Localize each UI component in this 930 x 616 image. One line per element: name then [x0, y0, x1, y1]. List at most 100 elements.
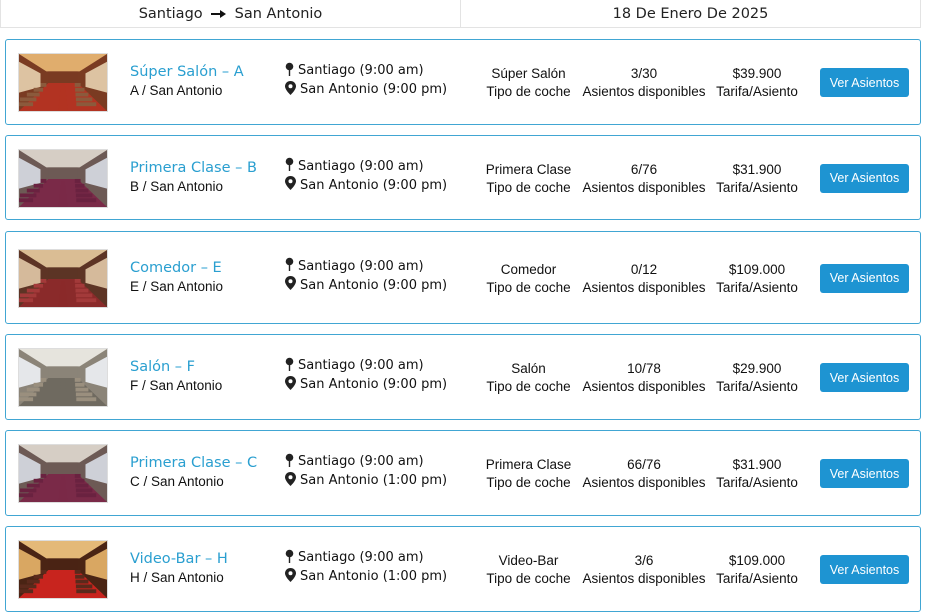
fare-value: $31.900	[732, 457, 782, 472]
arrival-text: San Antonio (1:00 pm)	[300, 473, 448, 488]
car-type-value: Video-Bar	[498, 553, 559, 568]
seats-block: 6/76 Asientos disponibles	[580, 161, 708, 197]
view-seats-button[interactable]: Ver Asientos	[820, 263, 909, 293]
seats-value: 3/30	[630, 66, 658, 81]
fare-block: $31.900 Tarifa/Asiento	[711, 161, 803, 197]
car-card-5: Primera Clase – C C / San Antonio Santia…	[5, 430, 921, 516]
arrival-text: San Antonio (1:00 pm)	[300, 569, 448, 584]
seats-label: Asientos disponibles	[582, 279, 706, 295]
view-seats-button[interactable]: Ver Asientos	[820, 555, 909, 584]
arrival-text: San Antonio (9:00 pm)	[300, 377, 448, 392]
departure-line: Santiago (9:00 am)	[285, 61, 447, 80]
seats-label: Asientos disponibles	[582, 571, 706, 586]
car-type-label: Tipo de coche	[486, 279, 571, 295]
fare-value: $29.900	[732, 361, 782, 376]
departure-line: Santiago (9:00 am)	[285, 452, 447, 471]
fare-label: Tarifa/Asiento	[716, 179, 798, 195]
route-summary: Santiago San Antonio	[1, 0, 460, 27]
pin-icon	[285, 549, 294, 567]
car-type-label: Tipo de coche	[486, 571, 571, 586]
car-card-4: Salón – F F / San Antonio Santiago (9:00…	[5, 334, 921, 420]
car-title-block: Video-Bar – H H / San Antonio	[130, 550, 228, 586]
departure-text: Santiago (9:00 am)	[298, 550, 424, 565]
photo-video-bar-interior	[18, 540, 108, 599]
fare-value: $109.000	[728, 261, 786, 277]
seats-value: 0/12	[630, 261, 658, 277]
car-type-label: Tipo de coche	[486, 475, 571, 490]
car-title-block: Salón – F F / San Antonio	[130, 358, 222, 394]
car-route: Santiago (9:00 am) San Antonio (1:00 pm)	[285, 452, 447, 490]
view-seats-button[interactable]: Ver Asientos	[820, 68, 909, 97]
fare-block: $109.000 Tarifa/Asiento	[711, 261, 803, 297]
car-type-label: Tipo de coche	[486, 179, 571, 195]
photo-salon-interior	[18, 348, 108, 407]
car-title[interactable]: Súper Salón – A	[130, 63, 244, 81]
destination-label: San Antonio	[234, 5, 323, 22]
arrival-text: San Antonio (9:00 pm)	[300, 277, 448, 293]
fare-label: Tarifa/Asiento	[716, 571, 798, 586]
car-route: Santiago (9:00 am) San Antonio (9:00 pm)	[285, 356, 447, 394]
fare-label: Tarifa/Asiento	[716, 279, 798, 295]
view-seats-button[interactable]: Ver Asientos	[820, 163, 909, 193]
location-marker-icon	[285, 471, 296, 490]
departure-line: Santiago (9:00 am)	[285, 257, 447, 276]
car-subtitle: E / San Antonio	[130, 278, 224, 294]
car-type-label: Tipo de coche	[486, 379, 571, 394]
car-title[interactable]: Video-Bar – H	[130, 550, 228, 568]
car-type-label: Tipo de coche	[486, 84, 571, 99]
car-title[interactable]: Comedor – E	[130, 259, 223, 277]
seats-value: 66/76	[627, 457, 661, 472]
car-subtitle: B / San Antonio	[130, 178, 224, 194]
seats-label: Asientos disponibles	[582, 475, 706, 490]
car-type-value: Salón	[511, 361, 546, 376]
car-title-block: Súper Salón – A A / San Antonio	[130, 63, 244, 99]
arrival-text: San Antonio (9:00 pm)	[300, 177, 448, 193]
car-route: Santiago (9:00 am) San Antonio (9:00 pm)	[285, 157, 447, 195]
car-title[interactable]: Primera Clase – B	[130, 159, 257, 177]
fare-label: Tarifa/Asiento	[716, 84, 798, 99]
car-type-block: Súper Salón Tipo de coche	[471, 65, 586, 101]
seats-label: Asientos disponibles	[582, 84, 706, 99]
car-title-block: Comedor – E E / San Antonio	[130, 259, 223, 295]
pin-icon	[285, 157, 294, 175]
departure-text: Santiago (9:00 am)	[298, 63, 424, 78]
fare-label: Tarifa/Asiento	[716, 379, 798, 394]
location-marker-icon	[285, 276, 296, 294]
car-type-value: Primera Clase	[485, 457, 572, 472]
car-subtitle: C / San Antonio	[130, 474, 224, 489]
car-card-3: Comedor – E E / San Antonio Santiago (9:…	[5, 231, 921, 324]
seats-label: Asientos disponibles	[582, 379, 706, 394]
departure-text: Santiago (9:00 am)	[298, 358, 424, 373]
photo-primera-clase-interior	[18, 148, 108, 208]
car-subtitle: A / San Antonio	[130, 83, 223, 98]
location-marker-icon	[285, 375, 296, 394]
car-type-block: Video-Bar Tipo de coche	[471, 552, 586, 588]
pin-icon	[285, 357, 294, 375]
car-route: Santiago (9:00 am) San Antonio (1:00 pm)	[285, 548, 447, 586]
seats-block: 0/12 Asientos disponibles	[580, 261, 708, 297]
departure-line: Santiago (9:00 am)	[285, 356, 447, 375]
view-seats-button[interactable]: Ver Asientos	[820, 459, 909, 488]
car-type-value: Comedor	[500, 261, 557, 277]
view-seats-button[interactable]: Ver Asientos	[820, 363, 909, 392]
fare-block: $109.000 Tarifa/Asiento	[711, 552, 803, 588]
arrival-line: San Antonio (1:00 pm)	[285, 567, 447, 586]
fare-label: Tarifa/Asiento	[716, 475, 798, 490]
seats-value: 6/76	[630, 161, 658, 177]
date-label: 18 De Enero De 2025	[612, 5, 769, 22]
car-route: Santiago (9:00 am) San Antonio (9:00 pm)	[285, 257, 447, 295]
car-title[interactable]: Primera Clase – C	[130, 454, 257, 472]
seats-block: 3/6 Asientos disponibles	[580, 552, 708, 588]
photo-super-salon-interior	[18, 53, 108, 112]
pin-icon	[285, 453, 294, 471]
car-type-block: Primera Clase Tipo de coche	[471, 161, 586, 197]
pin-icon	[285, 62, 294, 80]
seats-label: Asientos disponibles	[582, 179, 706, 195]
departure-text: Santiago (9:00 am)	[298, 258, 424, 274]
travel-date: 18 De Enero De 2025	[460, 0, 920, 27]
location-marker-icon	[285, 567, 296, 586]
car-card-1: Súper Salón – A A / San Antonio Santiago…	[5, 39, 921, 125]
seats-block: 3/30 Asientos disponibles	[580, 65, 708, 101]
fare-block: $29.900 Tarifa/Asiento	[711, 360, 803, 396]
car-title[interactable]: Salón – F	[130, 358, 222, 376]
